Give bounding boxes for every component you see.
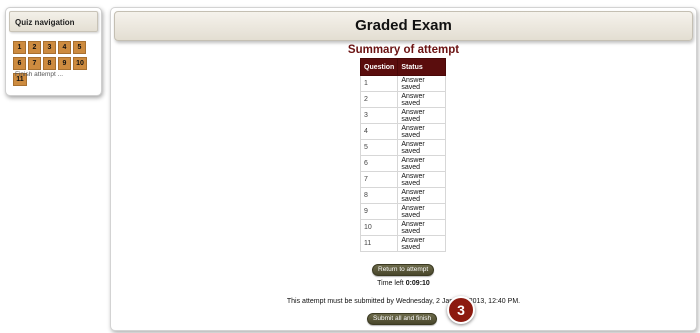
status-cell: Answer saved — [397, 187, 447, 204]
status-cell: Answer saved — [397, 235, 447, 252]
question-number-cell[interactable]: 8 — [359, 187, 399, 204]
status-cell: Answer saved — [397, 75, 447, 92]
table-row: 5 Answer saved — [359, 139, 447, 156]
main-content: Graded Exam Summary of attempt Question … — [110, 7, 697, 331]
submission-deadline-text: This attempt must be submitted by Wednes… — [286, 298, 521, 305]
time-left-value: 0:09:10 — [405, 280, 430, 287]
finish-attempt-link[interactable]: Finish attempt ... — [15, 71, 63, 78]
status-cell: Answer saved — [397, 107, 447, 124]
time-left-label: Time left — [377, 280, 404, 287]
question-number-cell[interactable]: 6 — [359, 155, 399, 172]
table-row: 4 Answer saved — [359, 123, 447, 140]
question-number-cell[interactable]: 7 — [359, 171, 399, 188]
table-row: 1 Answer saved — [359, 75, 447, 92]
table-row: 9 Answer saved — [359, 203, 447, 220]
status-cell: Answer saved — [397, 219, 447, 236]
table-row: 8 Answer saved — [359, 187, 447, 204]
page-title: Graded Exam — [114, 11, 693, 41]
question-button-4[interactable]: 4 — [58, 41, 71, 54]
status-cell: Answer saved — [397, 203, 447, 220]
question-number-cell[interactable]: 4 — [359, 123, 399, 140]
table-row: 2 Answer saved — [359, 91, 447, 108]
question-button-1[interactable]: 1 — [13, 41, 26, 54]
question-button-8[interactable]: 8 — [43, 57, 56, 70]
table-row: 6 Answer saved — [359, 155, 447, 172]
question-number-cell[interactable]: 2 — [359, 91, 399, 108]
question-button-6[interactable]: 6 — [13, 57, 26, 70]
step-number-badge: 3 — [447, 296, 475, 324]
status-cell: Answer saved — [397, 91, 447, 108]
question-button-10[interactable]: 10 — [73, 57, 87, 70]
table-row: 7 Answer saved — [359, 171, 447, 188]
table-header-row: Question Status — [359, 58, 447, 76]
table-row: 11 Answer saved — [359, 235, 447, 252]
column-header-status: Status — [397, 58, 447, 76]
question-button-9[interactable]: 9 — [58, 57, 71, 70]
quiz-navigation-title: Quiz navigation — [9, 11, 98, 32]
status-cell: Answer saved — [397, 155, 447, 172]
question-number-cell[interactable]: 11 — [359, 235, 399, 252]
status-cell: Answer saved — [397, 123, 447, 140]
attempt-summary-table: Question Status 1 Answer saved 2 Answer … — [359, 58, 447, 252]
question-button-2[interactable]: 2 — [28, 41, 41, 54]
question-button-7[interactable]: 7 — [28, 57, 41, 70]
column-header-question: Question — [359, 58, 399, 76]
table-row: 3 Answer saved — [359, 107, 447, 124]
question-button-5[interactable]: 5 — [73, 41, 86, 54]
question-number-cell[interactable]: 5 — [359, 139, 399, 156]
question-number-cell[interactable]: 3 — [359, 107, 399, 124]
table-row: 10 Answer saved — [359, 219, 447, 236]
status-cell: Answer saved — [397, 171, 447, 188]
return-to-attempt-button[interactable]: Return to attempt — [372, 264, 435, 276]
quiz-navigation-block: Quiz navigation 1 2 3 4 5 6 7 8 9 10 11 … — [5, 7, 102, 96]
question-button-grid: 1 2 3 4 5 6 7 8 9 10 11 — [13, 41, 97, 89]
time-left-indicator: Time left 0:09:10 — [111, 280, 696, 287]
question-number-cell[interactable]: 9 — [359, 203, 399, 220]
status-cell: Answer saved — [397, 139, 447, 156]
submit-all-and-finish-button[interactable]: Submit all and finish — [367, 313, 438, 325]
question-button-3[interactable]: 3 — [43, 41, 56, 54]
summary-heading: Summary of attempt — [347, 44, 460, 56]
question-number-cell[interactable]: 10 — [359, 219, 399, 236]
question-number-cell[interactable]: 1 — [359, 75, 399, 92]
